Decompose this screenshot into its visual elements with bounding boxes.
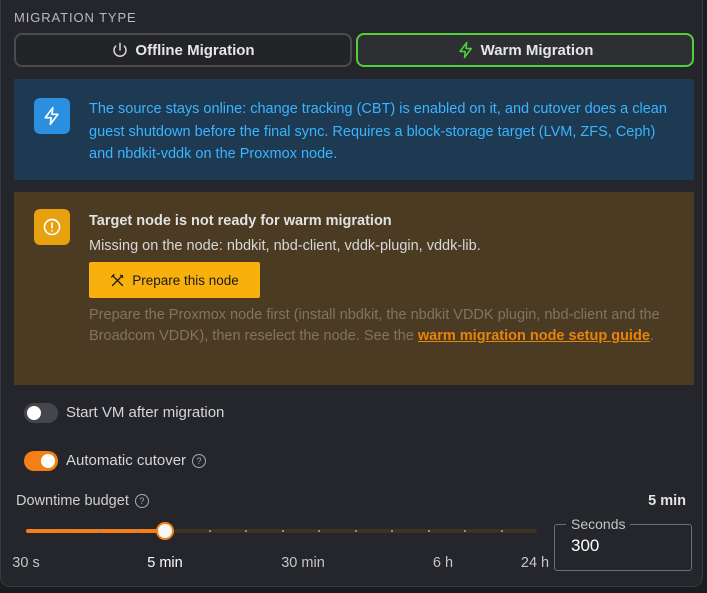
seconds-field: Seconds — [554, 516, 692, 571]
slider-tick — [99, 530, 101, 532]
slider-tick — [208, 530, 211, 532]
downtime-budget-row: Downtime budget? — [16, 493, 149, 509]
tools-icon — [111, 273, 124, 286]
migration-options-panel: MIGRATION TYPE Offline Migration Warm Mi… — [0, 0, 703, 587]
alert-circle-icon — [34, 209, 70, 245]
offline-migration-button[interactable]: Offline Migration — [14, 33, 352, 67]
slider-mark-6h: 6 h — [432, 555, 454, 571]
setup-guide-link[interactable]: warm migration node setup guide — [418, 328, 650, 344]
migration-type-label: MIGRATION TYPE — [14, 10, 137, 25]
help-circle-icon[interactable]: ? — [134, 494, 149, 508]
slider-mark-30s: 30 s — [12, 555, 40, 571]
seconds-input[interactable] — [571, 536, 681, 556]
slider-tick — [281, 530, 284, 532]
start-vm-toggle[interactable] — [24, 403, 58, 423]
slider-tick — [318, 530, 320, 532]
warm-migration-button[interactable]: Warm Migration — [356, 33, 694, 67]
help-circle-icon[interactable]: ? — [192, 454, 207, 468]
downtime-value: 5 min — [648, 493, 686, 509]
help-text-suffix: . — [649, 328, 654, 344]
slider-mark-30min: 30 min — [281, 555, 325, 571]
node-not-ready-warning: Target node is not ready for warm migrat… — [14, 192, 694, 385]
downtime-budget-label: Downtime budget — [16, 493, 129, 509]
warm-migration-info-alert: The source stays online: change tracking… — [14, 79, 694, 180]
slider-thumb[interactable] — [155, 522, 174, 540]
toggle-knob — [27, 406, 41, 420]
toggle-knob — [41, 454, 55, 468]
warning-help-text: Prepare the Proxmox node first (install … — [89, 305, 679, 347]
slider-tick — [62, 530, 65, 532]
slider-tick — [427, 530, 430, 532]
info-text: The source stays online: change tracking… — [89, 101, 667, 162]
missing-packages-text: Missing on the node: nbdkit, nbd-client,… — [89, 238, 481, 254]
power-icon — [113, 42, 128, 57]
bolt-icon — [34, 98, 70, 134]
automatic-cutover-toggle[interactable] — [24, 451, 58, 471]
prepare-node-label: Prepare this node — [132, 272, 239, 288]
seconds-label: Seconds — [566, 516, 631, 532]
slider-tick — [464, 530, 466, 532]
slider-mark-24h: 24 h — [520, 555, 550, 571]
slider-fill — [26, 529, 165, 533]
slider-tick — [500, 530, 503, 532]
slider-tick — [391, 530, 393, 532]
slider-tick — [354, 530, 357, 532]
slider-tick — [135, 530, 138, 532]
slider-mark-5min: 5 min — [147, 555, 183, 571]
downtime-slider[interactable] — [26, 522, 537, 540]
bolt-icon — [458, 41, 472, 59]
automatic-cutover-label: Automatic cutover — [66, 452, 187, 469]
offline-migration-label: Offline Migration — [135, 41, 255, 59]
automatic-cutover-row: Automatic cutover? — [66, 452, 207, 469]
start-vm-label: Start VM after migration — [66, 404, 225, 421]
slider-tick — [245, 530, 247, 532]
warm-migration-label: Warm Migration — [480, 41, 594, 59]
warning-title: Target node is not ready for warm migrat… — [89, 213, 392, 229]
prepare-node-button[interactable]: Prepare this node — [89, 262, 260, 298]
